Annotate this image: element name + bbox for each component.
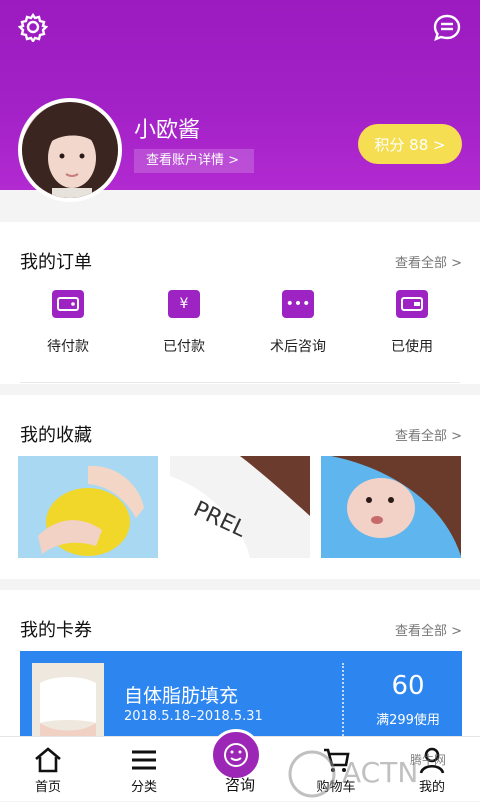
home-icon bbox=[0, 745, 96, 775]
avatar[interactable] bbox=[18, 98, 122, 202]
order-paid[interactable]: ¥ 已付款 bbox=[134, 290, 234, 356]
cart-icon bbox=[288, 745, 384, 775]
tab-cart[interactable]: 购物车 bbox=[288, 737, 384, 801]
tab-consult[interactable]: 咨询 bbox=[192, 729, 288, 801]
wallet-used-icon bbox=[396, 290, 428, 318]
username: 小欧酱 bbox=[134, 118, 201, 143]
coupon-condition: 满299使用 bbox=[376, 713, 440, 728]
coupon-thumbnail bbox=[32, 663, 104, 743]
user-icon bbox=[384, 745, 480, 775]
message-bubble-icon[interactable] bbox=[430, 10, 464, 44]
coupon-amount: 60 bbox=[391, 671, 425, 701]
order-pending-payment[interactable]: 待付款 bbox=[18, 290, 118, 356]
section-divider bbox=[20, 382, 460, 383]
coupons-title: 我的卡券 bbox=[20, 620, 92, 641]
tab-label: 首页 bbox=[34, 780, 61, 795]
tab-label: 购物车 bbox=[316, 780, 356, 795]
tab-category[interactable]: 分类 bbox=[96, 737, 192, 801]
favorite-item-3[interactable] bbox=[321, 456, 461, 558]
favorites-see-all-link[interactable]: 查看全部 > bbox=[395, 425, 462, 444]
order-used[interactable]: 已使用 bbox=[362, 290, 462, 356]
tab-label: 咨询 bbox=[224, 776, 255, 794]
orders-title: 我的订单 bbox=[20, 252, 92, 273]
order-post-op-consult[interactable]: ••• 术后咨询 bbox=[248, 290, 348, 356]
favorite-item-2[interactable]: PREL bbox=[170, 456, 310, 558]
coupons-see-all-link[interactable]: 查看全部 > bbox=[395, 620, 462, 639]
order-label: 已付款 bbox=[163, 339, 205, 355]
coupon-dates: 2018.5.18–2018.5.31 bbox=[124, 709, 263, 724]
tab-label: 分类 bbox=[130, 780, 157, 795]
chat-dots-icon: ••• bbox=[282, 290, 314, 318]
profile-header: 小欧酱 查看账户详情 > 积分 88 > bbox=[0, 0, 480, 202]
tab-mine[interactable]: 我的 bbox=[384, 737, 480, 801]
orders-see-all-link[interactable]: 查看全部 > bbox=[395, 252, 462, 271]
bottom-tab-bar: 首页 分类 咨询 购物车 我的 bbox=[0, 729, 480, 801]
order-label: 已使用 bbox=[391, 339, 433, 355]
settings-gear-icon[interactable] bbox=[16, 10, 50, 44]
yuan-icon: ¥ bbox=[168, 290, 200, 318]
list-icon bbox=[96, 745, 192, 775]
tab-label: 我的 bbox=[418, 780, 445, 795]
favorites-title: 我的收藏 bbox=[20, 425, 92, 446]
coupon-divider bbox=[342, 663, 344, 747]
points-button[interactable]: 积分 88 > bbox=[358, 124, 462, 164]
account-details-link[interactable]: 查看账户详情 > bbox=[134, 149, 254, 173]
order-label: 术后咨询 bbox=[270, 339, 326, 355]
coupon-title: 自体脂肪填充 bbox=[124, 685, 239, 707]
tab-home[interactable]: 首页 bbox=[0, 737, 96, 801]
order-label: 待付款 bbox=[47, 339, 89, 355]
favorite-item-1[interactable] bbox=[18, 456, 158, 558]
wallet-icon bbox=[52, 290, 84, 318]
